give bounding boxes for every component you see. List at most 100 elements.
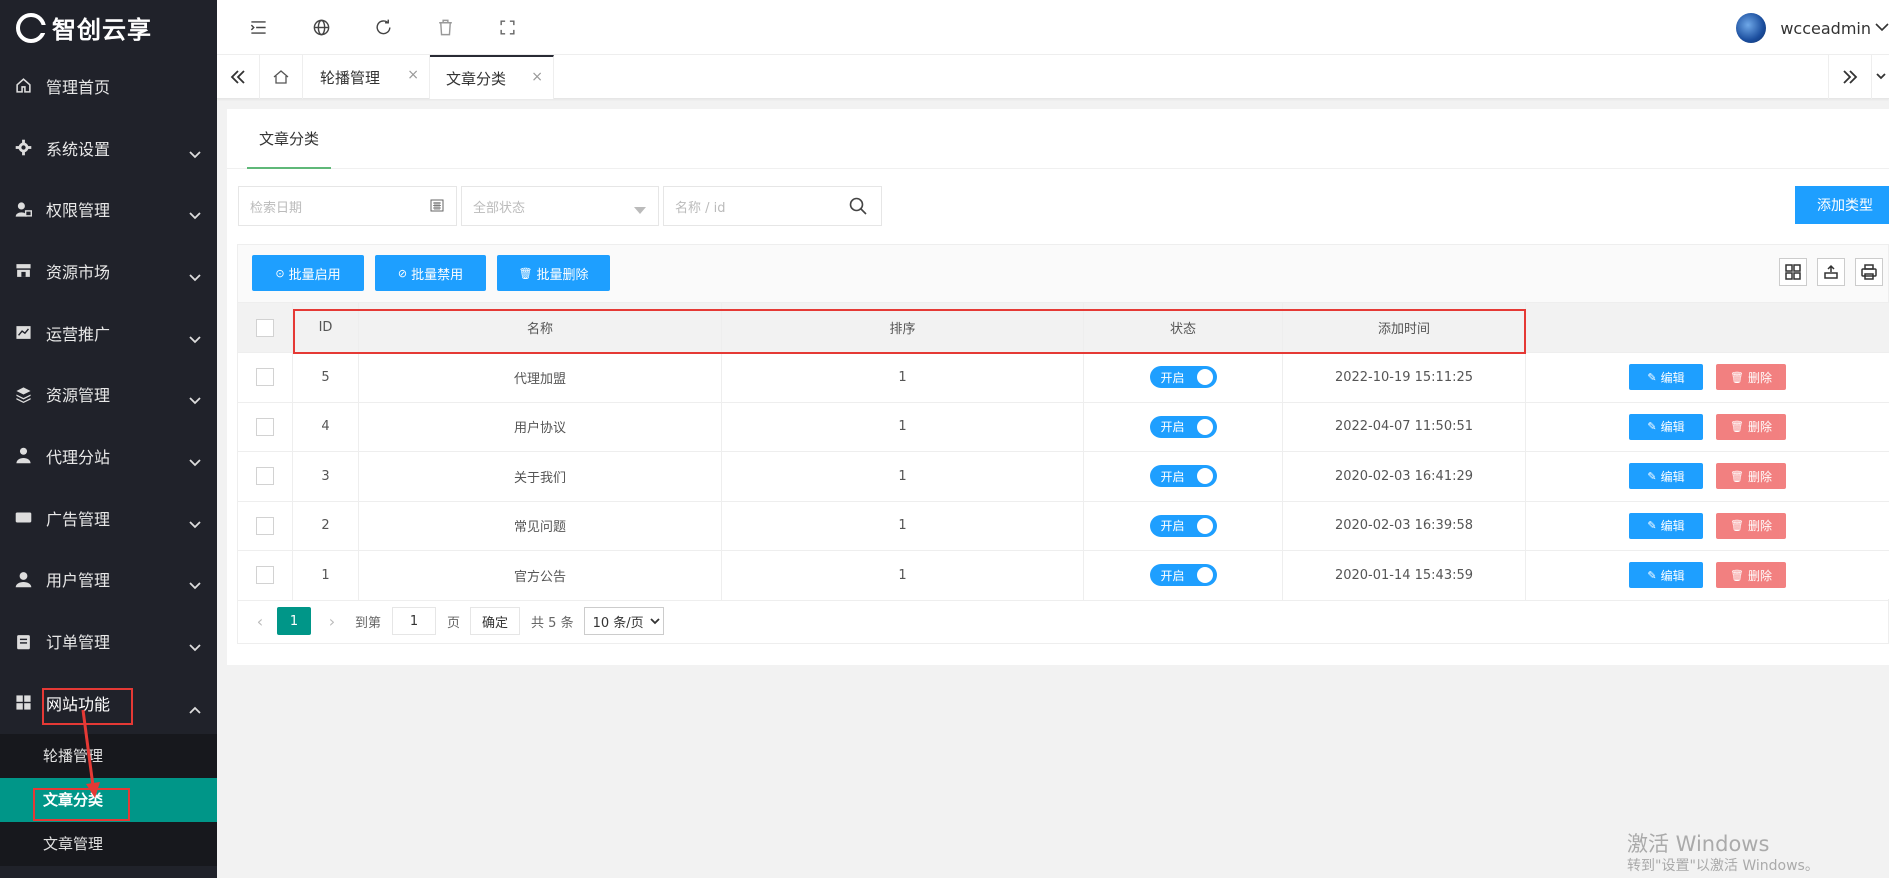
tab-article-category[interactable]: 文章分类 ×	[430, 55, 554, 99]
batch-enable-button[interactable]: ⊙ 批量启用	[252, 255, 364, 291]
row-name: 常见问题	[358, 500, 722, 551]
refresh-icon[interactable]	[372, 16, 394, 38]
tab-carousel[interactable]: 轮播管理 ×	[303, 55, 430, 99]
batch-delete-button[interactable]: 🗑 批量删除	[497, 255, 610, 291]
sidebar-subitem-carousel[interactable]: 轮播管理	[0, 734, 217, 778]
card-tab-article-category[interactable]: 文章分类	[247, 109, 331, 169]
fullscreen-icon[interactable]	[496, 16, 518, 38]
row-checkbox[interactable]	[256, 467, 274, 486]
row-checkbox[interactable]	[256, 566, 274, 585]
sidebar-item-users[interactable]: 用户管理	[0, 549, 217, 611]
batch-disable-label: 批量禁用	[411, 267, 464, 283]
row-id: 4	[292, 401, 359, 452]
delete-button[interactable]: 🗑 删除	[1716, 463, 1786, 490]
sidebar-item-system[interactable]: 系统设置	[0, 117, 217, 179]
row-status-cell: 开启	[1083, 352, 1283, 403]
tab-label: 轮播管理	[320, 68, 381, 87]
edit-button[interactable]: ✎ 编辑	[1629, 364, 1703, 391]
row-sort: 1	[721, 451, 1084, 502]
edit-button[interactable]: ✎ 编辑	[1629, 562, 1703, 589]
grid-icon	[14, 694, 32, 712]
sidebar-item-promotion[interactable]: 运营推广	[0, 302, 217, 364]
export-icon[interactable]	[1817, 258, 1845, 286]
page-number-current[interactable]: 1	[277, 607, 311, 635]
row-checkbox[interactable]	[256, 417, 274, 436]
menu-collapse-icon[interactable]	[247, 16, 269, 38]
delete-button[interactable]: 🗑 删除	[1716, 512, 1786, 539]
edit-button[interactable]: ✎ 编辑	[1629, 463, 1703, 490]
sidebar-item-permission[interactable]: 权限管理	[0, 178, 217, 240]
row-checkbox[interactable]	[256, 516, 274, 535]
status-toggle[interactable]: 开启	[1149, 366, 1217, 389]
close-icon[interactable]: ×	[407, 67, 419, 83]
edit-button[interactable]: ✎ 编辑	[1629, 512, 1703, 539]
sidebar-item-market[interactable]: 资源市场	[0, 240, 217, 302]
row-time: 2020-02-03 16:39:58	[1282, 500, 1526, 551]
logo[interactable]: 智创云享	[0, 0, 217, 55]
table-row: 2 常见问题 1 开启 2020-02-03 16:39:58 ✎ 编辑 🗑 删除	[237, 500, 1889, 551]
page-size-select[interactable]: 10 条/页	[583, 607, 664, 635]
add-type-button[interactable]: 添加类型	[1795, 186, 1889, 224]
tab-label: 文章分类	[446, 69, 507, 88]
columns-filter-icon[interactable]	[1779, 258, 1807, 286]
order-icon	[14, 632, 32, 650]
status-toggle[interactable]: 开启	[1149, 564, 1217, 587]
tabs-scroll-left-icon[interactable]	[217, 55, 260, 99]
user-menu[interactable]: wcceadmin	[1736, 12, 1889, 44]
sidebar-item-home[interactable]: 管理首页	[0, 55, 217, 117]
close-icon[interactable]: ×	[531, 69, 543, 85]
delete-button[interactable]: 🗑 删除	[1716, 562, 1786, 589]
tabs-more-icon[interactable]	[1871, 55, 1889, 99]
select-all-checkbox[interactable]	[256, 318, 274, 337]
trash-icon: 🗑	[1730, 568, 1744, 582]
sidebar-subitem-article[interactable]: 文章管理	[0, 822, 217, 866]
edit-button[interactable]: ✎ 编辑	[1629, 413, 1703, 440]
status-toggle[interactable]: 开启	[1149, 514, 1217, 537]
sidebar-item-orders[interactable]: 订单管理	[0, 610, 217, 672]
status-toggle-label: 开启	[1160, 469, 1185, 484]
chevron-down-icon	[189, 144, 201, 158]
print-icon[interactable]	[1855, 258, 1883, 286]
globe-icon[interactable]	[310, 16, 332, 38]
row-actions: ✎ 编辑 🗑 删除	[1525, 352, 1889, 403]
delete-button[interactable]: 🗑 删除	[1716, 364, 1786, 391]
sidebar-item-label: 资源市场	[46, 262, 111, 282]
home-tab-icon[interactable]	[260, 55, 303, 99]
goto-confirm-button[interactable]: 确定	[470, 607, 521, 635]
goto-page-input[interactable]: 1	[392, 607, 437, 635]
row-checkbox[interactable]	[256, 368, 274, 387]
row-status-cell: 开启	[1083, 550, 1283, 601]
column-header-actions	[1525, 302, 1889, 353]
annotation-arrow	[81, 709, 100, 798]
delete-button[interactable]: 🗑 删除	[1716, 413, 1786, 440]
batch-disable-button[interactable]: ⊘ 批量禁用	[375, 255, 486, 291]
edit-label: 编辑	[1660, 519, 1685, 534]
prev-page-icon[interactable]: ‹	[251, 612, 269, 631]
top-header: wcceadmin	[217, 0, 1889, 55]
toggle-knob	[1196, 517, 1213, 534]
pencil-icon: ✎	[1647, 469, 1657, 483]
date-filter-input[interactable]: 检索日期	[238, 186, 457, 226]
delete-label: 删除	[1747, 370, 1772, 385]
select-all-cell	[237, 302, 293, 353]
status-toggle[interactable]: 开启	[1149, 465, 1217, 488]
status-filter-select[interactable]: 全部状态	[461, 186, 659, 226]
sidebar-item-label: 管理首页	[46, 77, 111, 97]
tabs-scroll-right-icon[interactable]	[1828, 55, 1871, 99]
trash-icon[interactable]	[434, 16, 456, 38]
delete-label: 删除	[1747, 469, 1772, 484]
status-toggle[interactable]: 开启	[1149, 415, 1217, 438]
sidebar-item-resource[interactable]: 资源管理	[0, 363, 217, 425]
home-icon	[14, 77, 32, 95]
row-sort: 1	[721, 352, 1084, 403]
edit-label: 编辑	[1660, 568, 1685, 583]
chevron-down-icon	[189, 267, 201, 282]
table-row: 4 用户协议 1 开启 2022-04-07 11:50:51 ✎ 编辑 🗑 删除	[237, 401, 1889, 452]
sidebar-item-agent[interactable]: 代理分站	[0, 425, 217, 487]
search-input[interactable]: 名称 / id	[663, 186, 882, 226]
sidebar-menu: 管理首页 系统设置 权限管理 资源市场 运营推广 资源管理 代理分站 广告管理 …	[0, 55, 217, 734]
next-page-icon[interactable]: ›	[323, 612, 341, 631]
search-icon	[849, 197, 867, 219]
sidebar-item-ads[interactable]: 广告管理	[0, 487, 217, 549]
table-toolbar: ⊙ 批量启用 ⊘ 批量禁用 🗑 批量删除	[237, 244, 1889, 302]
